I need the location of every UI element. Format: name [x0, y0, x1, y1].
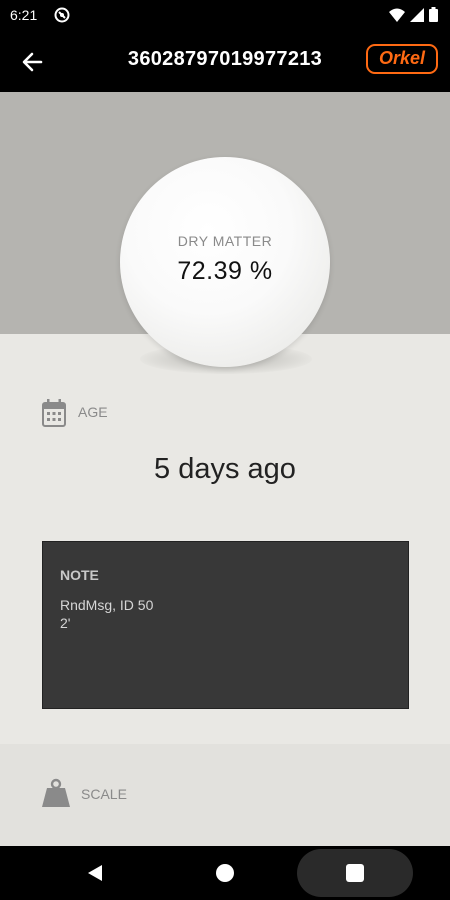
- note-title: NOTE: [60, 567, 99, 583]
- note-card[interactable]: NOTE RndMsg, ID 50 2': [42, 541, 409, 709]
- do-not-disturb-icon: [54, 7, 70, 28]
- weight-icon: [41, 778, 71, 813]
- scale-label: SCALE: [81, 786, 127, 802]
- age-label: AGE: [78, 404, 108, 420]
- app-bar: 36028797019977213 Orkel: [0, 30, 450, 92]
- calendar-icon: [41, 398, 67, 433]
- age-value: 5 days ago: [154, 453, 296, 485]
- scale-section: SCALE: [0, 744, 450, 846]
- status-icons: [389, 7, 438, 27]
- note-body: RndMsg, ID 50 2': [60, 597, 154, 631]
- battery-icon: [429, 7, 438, 27]
- status-bar: 6:21: [0, 0, 450, 30]
- wifi-icon: [389, 8, 405, 27]
- dry-matter-ball: DRY MATTER 72.39 %: [120, 157, 330, 367]
- status-time: 6:21: [10, 7, 38, 23]
- dry-matter-label: DRY MATTER: [177, 233, 273, 249]
- signal-icon: [410, 7, 424, 27]
- navigation-bar: [0, 846, 450, 900]
- dry-matter-value: 72.39 %: [177, 257, 273, 285]
- home-icon[interactable]: [216, 864, 234, 882]
- back-icon[interactable]: [86, 864, 104, 887]
- brand-logo: Orkel: [366, 44, 438, 74]
- recents-icon[interactable]: [346, 864, 364, 882]
